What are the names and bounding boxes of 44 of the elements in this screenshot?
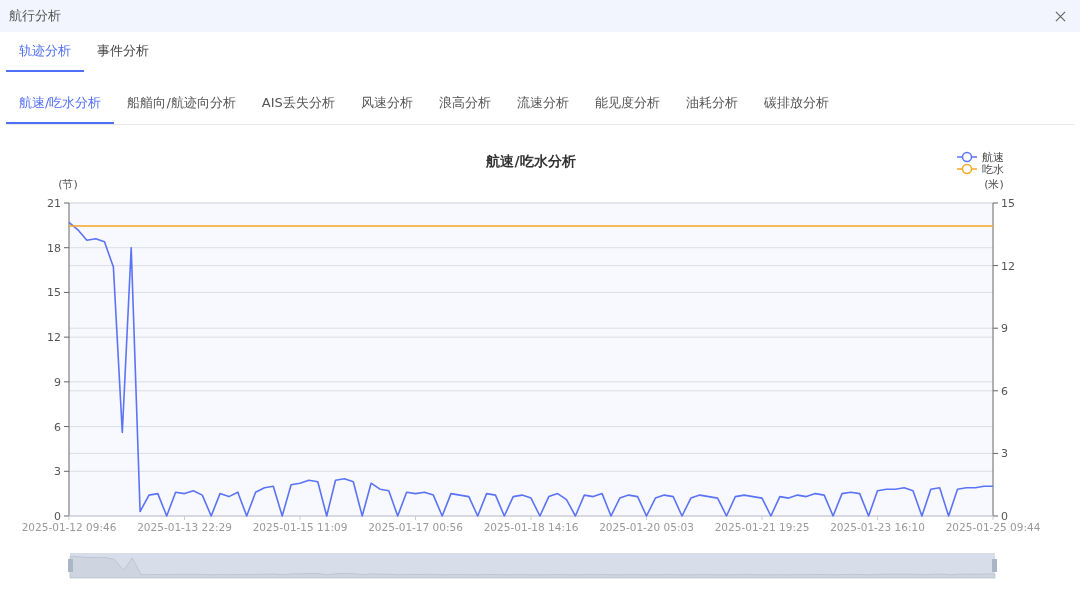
tab[interactable]: 航速/吃水分析 (6, 84, 115, 124)
axis-label: 2025-01-18 14:16 (483, 521, 579, 533)
right-axis-label: 12 (1001, 259, 1015, 273)
legend-item[interactable]: 航速 (956, 151, 1004, 164)
right-axis-label: 15 (1001, 197, 1015, 210)
left-axis-label: 0 (54, 510, 61, 523)
left-axis-label: 6 (54, 420, 61, 434)
left-axis-label: 18 (47, 241, 61, 255)
tab[interactable]: AIS丢失分析 (248, 84, 348, 124)
right-axis-label: 9 (1001, 322, 1008, 336)
tab[interactable]: 浪高分析 (425, 84, 504, 124)
tab[interactable]: 油耗分析 (672, 84, 751, 124)
tab[interactable]: 轨迹分析 (6, 32, 84, 72)
axis-label: 2025-01-25 09:44 (945, 521, 1041, 533)
tab[interactable]: 能见度分析 (581, 84, 673, 124)
left-axis-label: 9 (54, 375, 61, 389)
axis-label: 2025-01-15 11:09 (252, 521, 348, 533)
axis-label: 2025-01-23 16:10 (830, 521, 925, 533)
left-axis-label: 21 (47, 197, 61, 210)
legend-item[interactable]: 吃水 (956, 163, 1004, 176)
chart-title: 航速/吃水分析 (486, 153, 576, 169)
window-title: 航行分析 (9, 7, 61, 25)
right-axis-label: 6 (1001, 384, 1008, 398)
axis-label: 2025-01-13 22:29 (137, 521, 232, 533)
close-icon[interactable] (1055, 10, 1066, 22)
zoom-slider[interactable] (68, 553, 997, 579)
axis-title: (米) (984, 178, 1004, 191)
axis-label: 2025-01-17 00:56 (368, 521, 463, 533)
axis-label: 2025-01-12 09:46 (21, 521, 117, 533)
left-axis-label: 3 (54, 465, 61, 479)
right-axis-label: 0 (1001, 510, 1008, 523)
right-axis-label: 3 (1001, 447, 1008, 461)
left-axis-label: 12 (47, 331, 61, 345)
tab[interactable]: 碳排放分析 (750, 84, 842, 124)
axis-label: 2025-01-20 05:03 (599, 521, 694, 533)
tab[interactable]: 船艏向/航迹向分析 (114, 84, 249, 124)
axis-label: 2025-01-21 19:25 (714, 521, 810, 533)
tab[interactable]: 事件分析 (84, 32, 162, 72)
tab[interactable]: 流速分析 (503, 84, 582, 124)
legend-label: 航速 (982, 151, 1004, 164)
axis-title: (节) (58, 178, 78, 191)
legend-label: 吃水 (982, 163, 1004, 176)
left-axis-label: 15 (47, 286, 61, 300)
tab[interactable]: 风速分析 (347, 84, 426, 124)
